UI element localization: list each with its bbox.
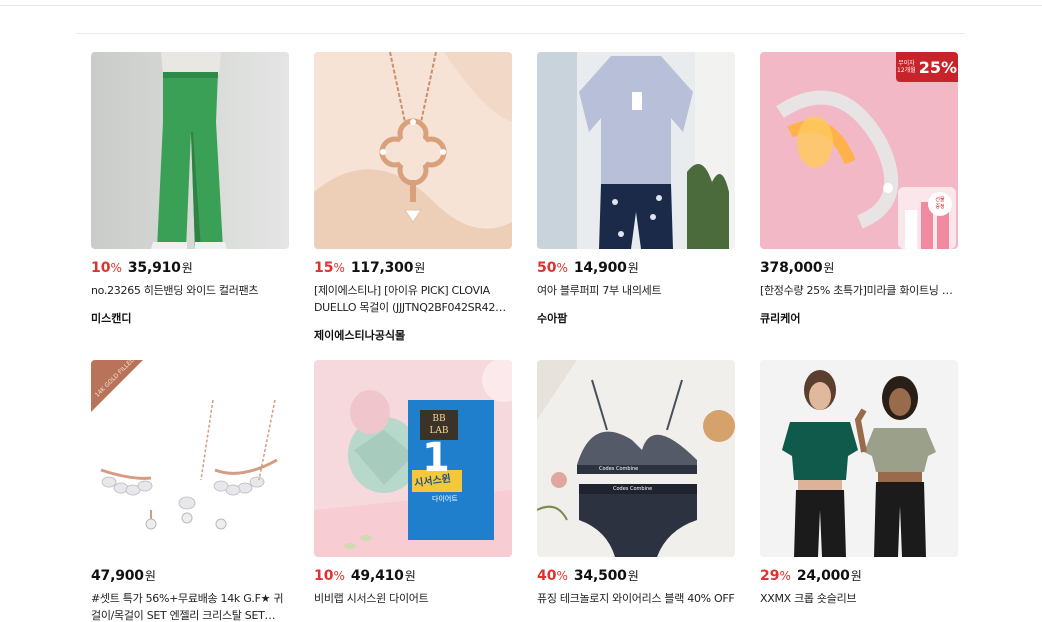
product-card[interactable]: 10% 35,910 원 no.23265 히든밴딩 와이드 컬러팬츠 미스캔디 — [91, 52, 289, 326]
product-card[interactable]: 14K GOLD FILLED 47,900 원 #셋트 특가 56%+무료배송 … — [91, 360, 289, 622]
bra-band-text: Codes Combine — [599, 466, 639, 472]
store-name[interactable]: 큐리케어 — [760, 310, 958, 326]
price: 47,900 — [91, 568, 144, 584]
product-image[interactable] — [760, 360, 958, 557]
store-name[interactable]: 미스캔디 — [91, 310, 289, 326]
product-image[interactable]: BB LAB 1 시서스윈 다이어트 — [314, 360, 512, 557]
price: 34,500 — [573, 568, 627, 584]
kids-pajama-photo-icon — [537, 52, 735, 249]
currency-unit: 원 — [181, 261, 193, 275]
necklace-photo-icon — [314, 52, 512, 249]
brief-band-text: Codes Combine — [613, 486, 653, 492]
discount-rate: 10% — [91, 260, 122, 276]
supplement-box-photo-icon — [314, 360, 512, 557]
discount-rate: 10% — [314, 568, 345, 584]
product-title[interactable]: 비비랩 시서스윈 다이어트 — [314, 590, 512, 607]
product-title[interactable]: no.23265 히든밴딩 와이드 컬러팬츠 — [91, 282, 289, 299]
product-card[interactable]: 29% 24,000 원 XXMX 크롭 숏슬리브 — [760, 360, 958, 607]
product-title[interactable]: 퓨징 테크놀로지 와이어리스 블랙 40% OFF — [537, 590, 735, 607]
discount-rate: 50% — [537, 260, 568, 276]
currency-unit: 원 — [404, 569, 416, 583]
product-title[interactable]: 여아 블루퍼피 7부 내의세트 — [537, 282, 735, 299]
product-image[interactable]: 14K GOLD FILLED — [91, 360, 289, 557]
product-title[interactable]: XXMX 크롭 숏슬리브 — [760, 590, 958, 607]
product-card[interactable]: 50% 14,900 원 여아 블루퍼피 7부 내의세트 수아팜 — [537, 52, 735, 326]
green-pants-photo-icon — [91, 52, 289, 249]
box-product-tag: 다이어트 — [432, 495, 458, 503]
discount-rate: 15% — [314, 260, 345, 276]
price: 49,410 — [350, 568, 404, 584]
product-image[interactable] — [537, 52, 735, 249]
price: 117,300 — [350, 260, 414, 276]
lingerie-photo-icon — [537, 360, 735, 557]
currency-unit: 원 — [823, 261, 835, 275]
product-title[interactable]: [제이에스티나] [아이유 PICK] CLOVIA DUELLO 목걸이 (J… — [314, 282, 512, 316]
product-card[interactable]: 무이자 12개월 25% 선물 증정 378,000 원 [한정수량 25% 초특… — [760, 52, 958, 326]
product-card[interactable]: BB LAB 1 시서스윈 다이어트 10% 49,410 원 비비랩 시서스윈 다… — [314, 360, 512, 607]
currency-unit: 원 — [414, 261, 426, 275]
earring-necklace-photo-icon — [91, 360, 289, 557]
product-image[interactable] — [91, 52, 289, 249]
store-name[interactable]: 제이에스티나공식몰 — [314, 327, 512, 343]
product-title[interactable]: [한정수량 25% 초특가]미라클 화이트닝 세트 — [760, 282, 958, 299]
currency-unit: 원 — [627, 261, 639, 275]
price: 378,000 — [760, 260, 823, 276]
product-title[interactable]: #셋트 특가 56%+무료배송 14k G.F★ 귀걸이/목걸이 SET 엔젤리… — [91, 590, 289, 622]
product-image[interactable] — [314, 52, 512, 249]
product-image[interactable]: Codes Combine Codes Combine — [537, 360, 735, 557]
top-border — [0, 0, 1042, 6]
product-card[interactable]: Codes Combine Codes Combine 40% 34,500 원 … — [537, 360, 735, 607]
product-card[interactable]: 15% 117,300 원 [제이에스티나] [아이유 PICK] CLOVIA … — [314, 52, 512, 343]
price: 14,900 — [573, 260, 627, 276]
currency-unit: 원 — [627, 569, 639, 583]
price: 24,000 — [796, 568, 850, 584]
installment-badge: 무이자 12개월 25% — [896, 52, 958, 82]
store-name[interactable]: 수아팜 — [537, 310, 735, 326]
gift-badge: 선물 증정 — [928, 192, 952, 216]
product-image[interactable]: 무이자 12개월 25% 선물 증정 — [760, 52, 958, 249]
discount-rate: 40% — [537, 568, 568, 584]
crop-tee-photo-icon — [760, 360, 958, 557]
discount-rate: 29% — [760, 568, 791, 584]
price: 35,910 — [127, 260, 181, 276]
currency-unit: 원 — [144, 569, 156, 583]
section-divider — [76, 33, 965, 34]
currency-unit: 원 — [850, 569, 862, 583]
